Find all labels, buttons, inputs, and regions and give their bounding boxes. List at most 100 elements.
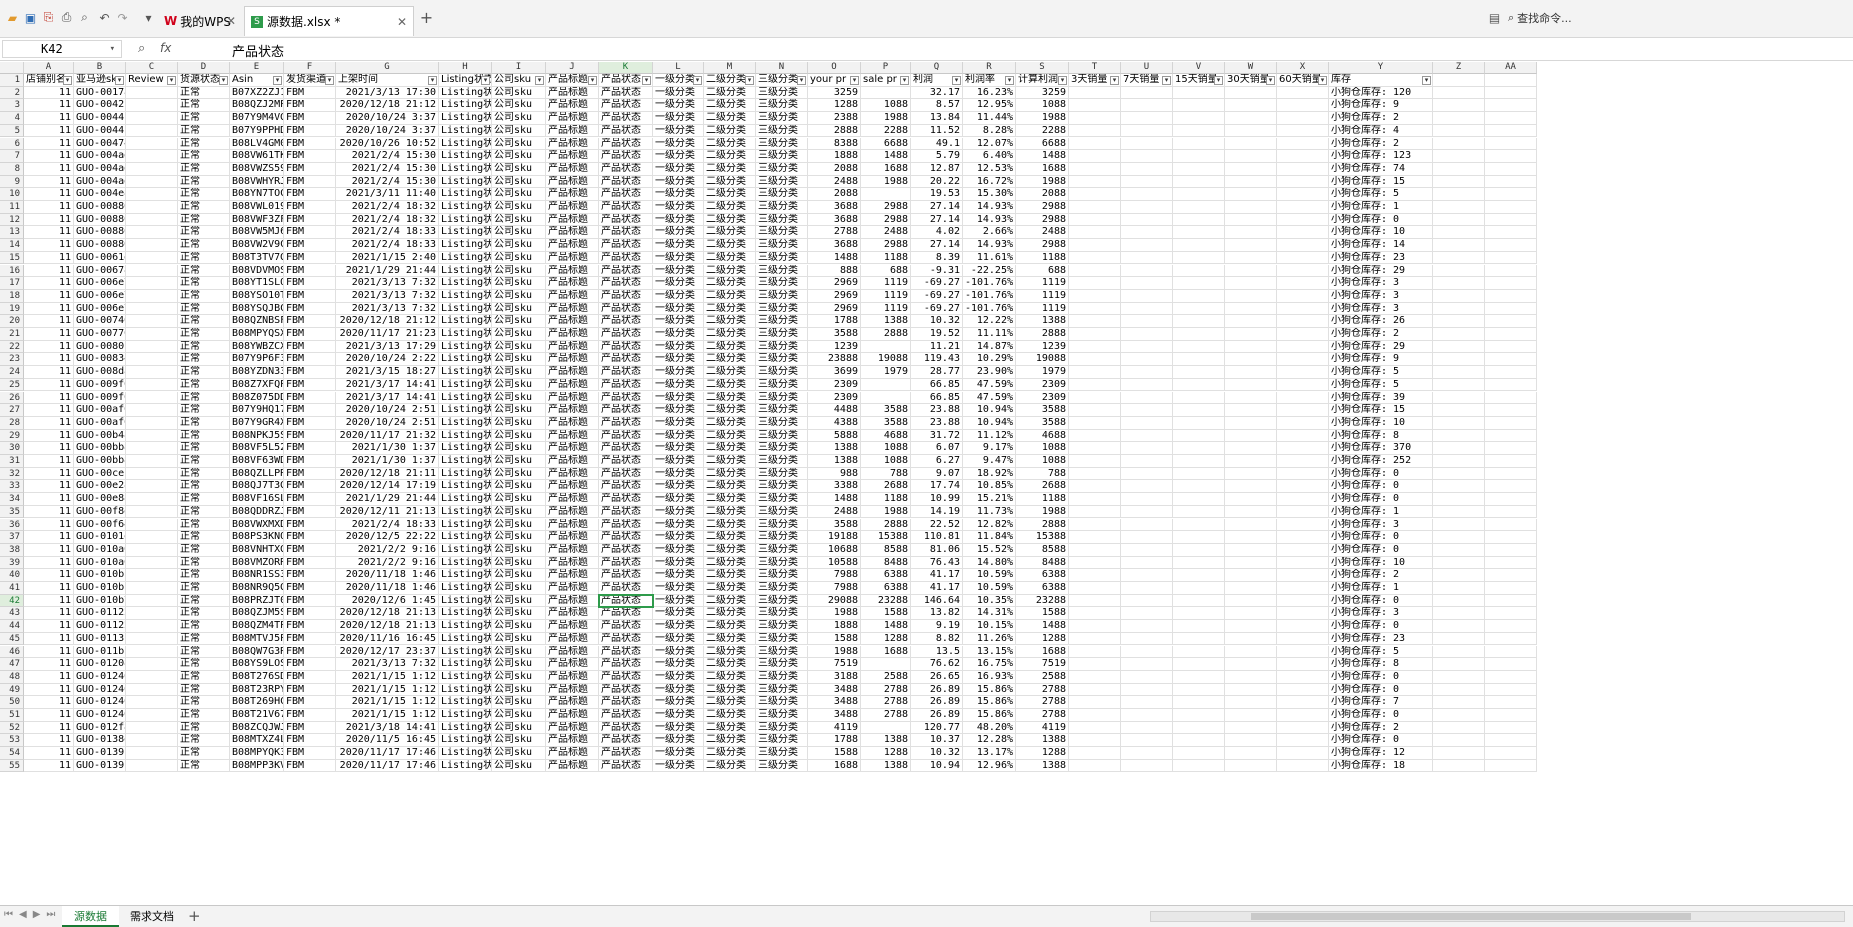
table-cell[interactable]: 三级分类 (756, 404, 808, 417)
table-cell[interactable] (1225, 645, 1277, 659)
table-cell[interactable]: 23288 (1016, 594, 1069, 608)
table-cell[interactable] (1433, 175, 1485, 189)
row-header[interactable]: 49 (0, 683, 24, 697)
table-cell[interactable]: Listing状态 (439, 467, 492, 481)
table-cell[interactable]: 2021/1/15 1:12 (336, 696, 439, 709)
table-cell[interactable] (126, 467, 178, 481)
table-cell[interactable] (1069, 188, 1121, 201)
table-cell[interactable] (1069, 366, 1121, 379)
table-cell[interactable] (1433, 658, 1485, 671)
table-cell[interactable]: 三级分类 (756, 505, 808, 519)
table-cell[interactable]: GUO-0139c-MateTJ- (74, 759, 126, 773)
table-cell[interactable]: 1088 (1016, 99, 1069, 113)
table-cell[interactable]: 2020/11/17 17:46 (336, 747, 439, 760)
table-cell[interactable] (1485, 150, 1537, 163)
row-header[interactable]: 6 (0, 137, 24, 151)
column-header[interactable]: G (336, 62, 439, 74)
table-cell[interactable] (1485, 328, 1537, 341)
table-cell[interactable]: 产品标题 (546, 709, 599, 722)
table-cell[interactable] (1069, 734, 1121, 748)
table-cell[interactable]: 1888 (808, 150, 861, 163)
table-cell[interactable]: 产品状态 (599, 709, 653, 722)
table-cell[interactable]: 二级分类 (704, 213, 756, 227)
table-cell[interactable]: 小狗仓库存: 0 (1329, 493, 1433, 506)
table-cell[interactable] (1433, 505, 1485, 519)
table-cell[interactable]: 12.22% (963, 315, 1016, 328)
row-header[interactable]: 14 (0, 239, 24, 252)
table-cell[interactable]: 小狗仓库存: 2 (1329, 137, 1433, 151)
table-cell[interactable]: 2020/11/18 1:46 (336, 582, 439, 595)
table-cell[interactable] (1069, 594, 1121, 608)
table-cell[interactable]: 小狗仓库存: 5 (1329, 188, 1433, 201)
table-cell[interactable] (1121, 759, 1173, 773)
table-cell[interactable]: B08VWZS59C (230, 162, 284, 176)
table-cell[interactable]: B08VW5MJ65 (230, 226, 284, 240)
table-cell[interactable]: GUO-006e7-Mate16- (74, 277, 126, 290)
table-cell[interactable]: 产品标题 (546, 683, 599, 697)
table-cell[interactable]: 14.80% (963, 556, 1016, 570)
table-cell[interactable]: Listing状态 (439, 709, 492, 722)
table-cell[interactable]: 三级分类 (756, 124, 808, 138)
table-cell[interactable] (1225, 137, 1277, 151)
column-header[interactable]: H (439, 62, 492, 74)
table-cell[interactable]: 一级分类 (653, 518, 704, 532)
table-cell[interactable]: 16.75% (963, 658, 1016, 671)
table-cell[interactable]: 110.81 (911, 531, 963, 544)
table-cell[interactable]: 产品状态 (599, 531, 653, 544)
table-cell[interactable]: B07Y9M4VGF (230, 112, 284, 125)
table-cell[interactable] (1485, 493, 1537, 506)
table-cell[interactable]: 2788 (1016, 709, 1069, 722)
table-cell[interactable] (1225, 518, 1277, 532)
table-cell[interactable] (1121, 734, 1173, 748)
table-cell[interactable]: Listing状态 (439, 340, 492, 354)
table-cell[interactable]: 2021/2/4 18:32 (336, 213, 439, 227)
table-cell[interactable] (1277, 302, 1329, 316)
table-cell[interactable]: 11 (24, 213, 74, 227)
table-cell[interactable] (1121, 620, 1173, 633)
table-cell[interactable]: 产品状态 (599, 150, 653, 163)
table-cell[interactable]: 正常 (178, 378, 230, 392)
table-cell[interactable]: 正常 (178, 137, 230, 151)
table-cell[interactable]: 11 (24, 696, 74, 709)
table-cell[interactable] (1173, 213, 1225, 227)
table-cell[interactable] (1277, 328, 1329, 341)
table-cell[interactable]: 2020/12/6 1:45 (336, 594, 439, 608)
table-cell[interactable]: 正常 (178, 670, 230, 684)
row-header[interactable]: 41 (0, 582, 24, 595)
table-cell[interactable] (1173, 594, 1225, 608)
table-cell[interactable] (1225, 505, 1277, 519)
row-header[interactable]: 12 (0, 213, 24, 227)
table-cell[interactable] (1225, 582, 1277, 595)
table-cell[interactable]: 公司sku (492, 734, 546, 748)
table-cell[interactable] (1485, 620, 1537, 633)
table-cell[interactable]: 一级分类 (653, 213, 704, 227)
table-cell[interactable]: B08VWXMXDC (230, 518, 284, 532)
table-cell[interactable] (1485, 112, 1537, 125)
table-cell[interactable]: 66.85 (911, 391, 963, 405)
filter-dropdown-icon[interactable]: ▾ (1422, 75, 1431, 85)
table-cell[interactable] (1225, 531, 1277, 544)
table-cell[interactable]: 三级分类 (756, 137, 808, 151)
table-cell[interactable]: 产品标题 (546, 86, 599, 100)
column-header[interactable]: AA (1485, 62, 1537, 74)
filter-dropdown-icon[interactable]: ▾ (1266, 75, 1275, 85)
table-cell[interactable] (126, 124, 178, 138)
table-cell[interactable]: 产品状态 (599, 759, 653, 773)
table-cell[interactable]: 一级分类 (653, 162, 704, 176)
table-cell[interactable]: 二级分类 (704, 162, 756, 176)
table-cell[interactable] (1121, 658, 1173, 671)
table-cell[interactable]: 1388 (861, 315, 911, 328)
table-cell[interactable]: 6.07 (911, 442, 963, 455)
table-cell[interactable]: 3259 (808, 86, 861, 100)
table-cell[interactable] (1277, 175, 1329, 189)
table-cell[interactable]: 小狗仓库存: 5 (1329, 378, 1433, 392)
table-cell[interactable]: 48.20% (963, 721, 1016, 735)
table-cell[interactable]: 27.14 (911, 239, 963, 252)
table-cell[interactable]: 11 (24, 264, 74, 278)
table-cell[interactable]: FBM (284, 556, 336, 570)
table-cell[interactable]: 2588 (1016, 670, 1069, 684)
table-cell[interactable]: FBM (284, 429, 336, 443)
table-cell[interactable]: B08QZJ2MP7 (230, 99, 284, 113)
chevron-down-icon[interactable]: ▾ (110, 41, 115, 57)
column-header[interactable]: W (1225, 62, 1277, 74)
